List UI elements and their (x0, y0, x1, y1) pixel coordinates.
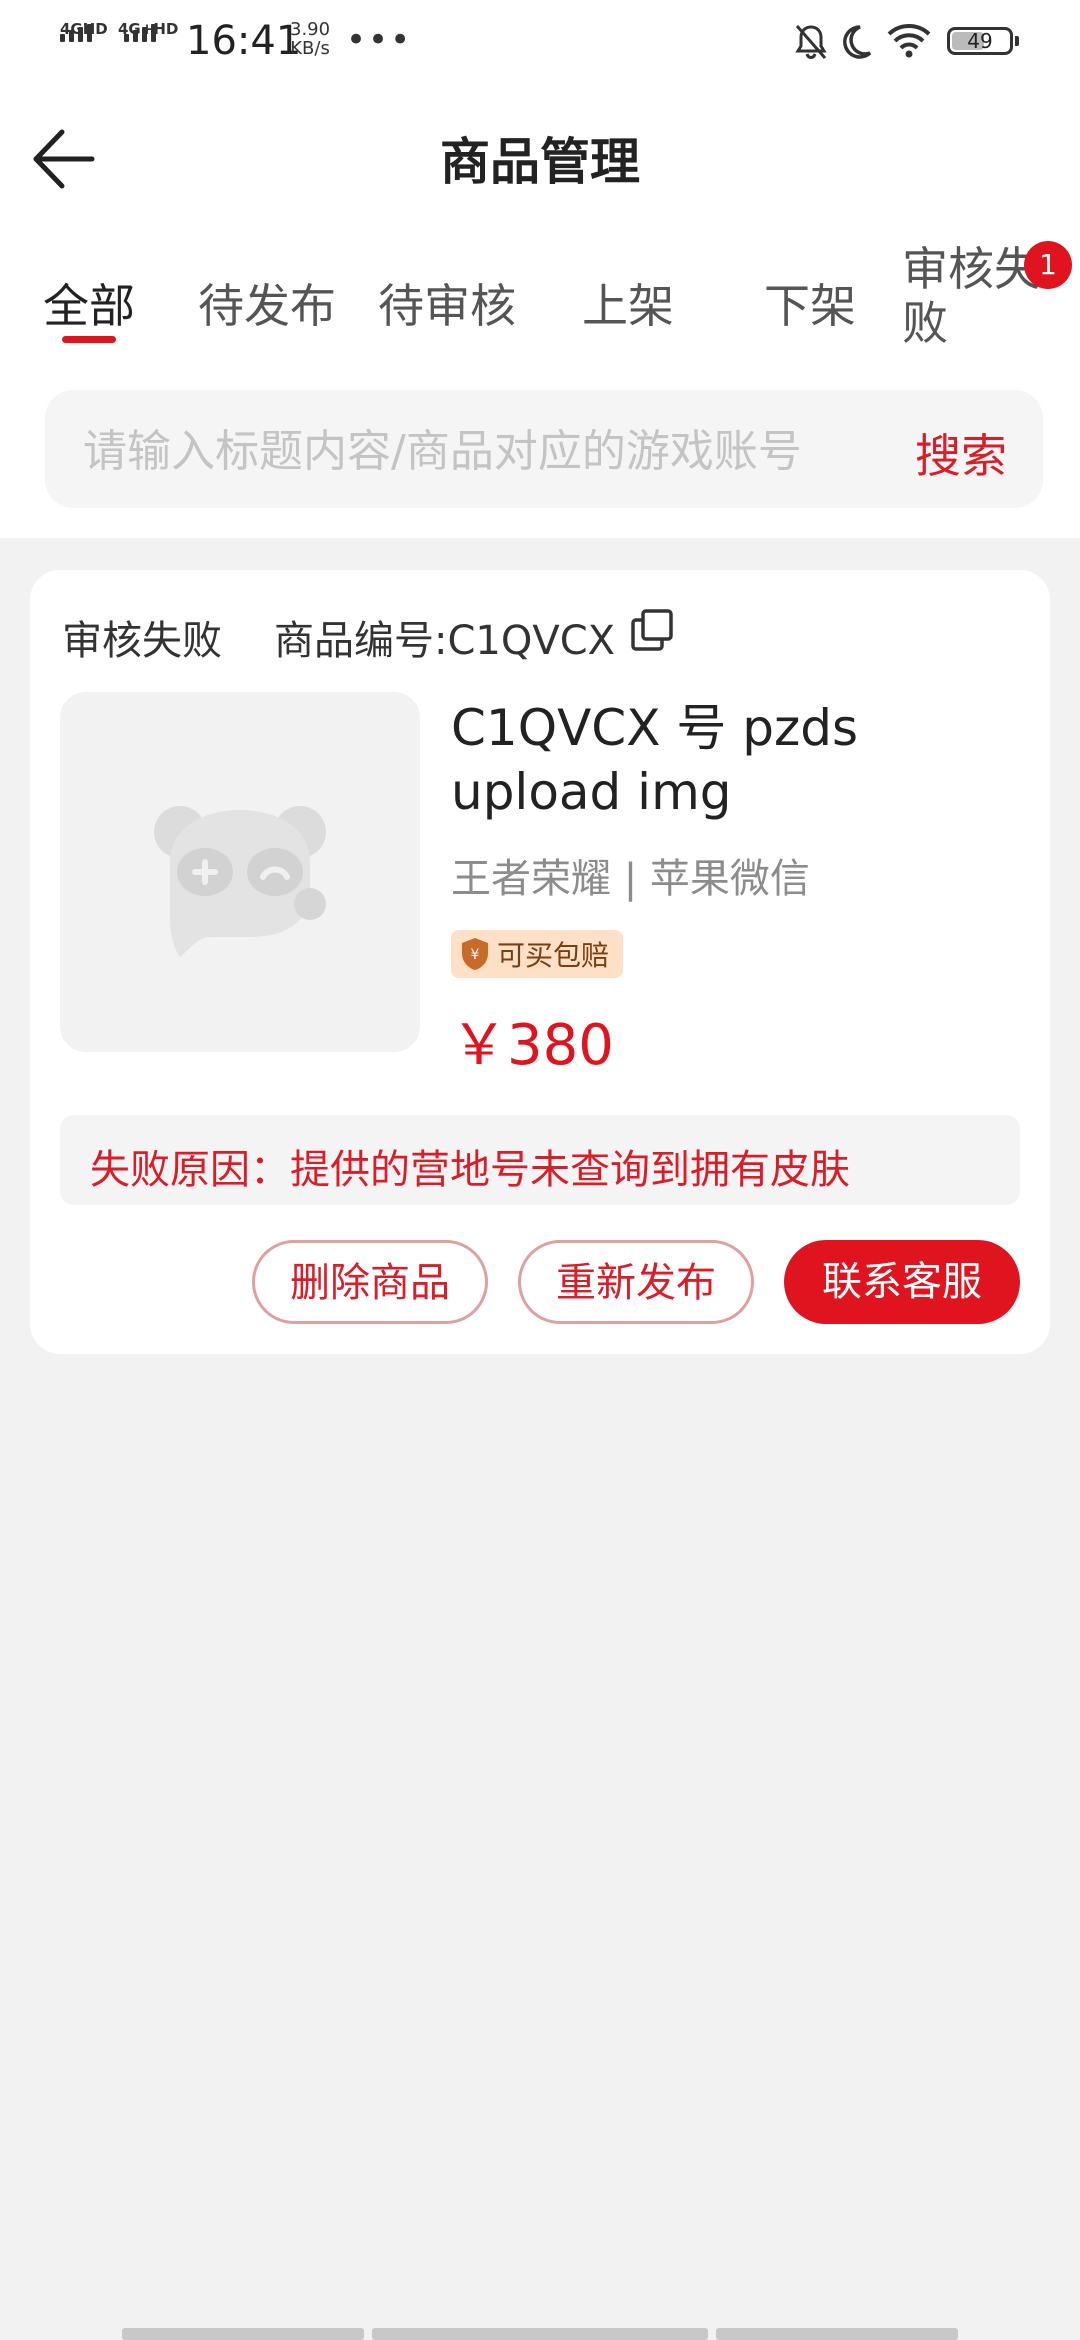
status-bar: 4GHD 4G+HD 16:41 3.90 KB/s ••• 49 (0, 0, 1080, 86)
tab-pending-publish[interactable]: 待发布 (198, 270, 336, 336)
search-bar: 搜索 (45, 390, 1043, 508)
search-input[interactable] (81, 420, 925, 482)
bell-muted-icon (795, 25, 827, 60)
shield-yuan-icon: ¥ (462, 938, 488, 970)
panda-placeholder-icon (154, 806, 326, 957)
fail-reason-box: 失败原因：提供的营地号未查询到拥有皮肤 (60, 1115, 1020, 1205)
guarantee-label: 可买包赔 (497, 939, 610, 972)
battery-level: 49 (967, 29, 993, 53)
copy-icon[interactable] (630, 608, 674, 652)
tab-off-shelf[interactable]: 下架 (764, 270, 856, 336)
tab-badge-count: 1 (1024, 241, 1072, 289)
network-speed: 3.90 KB/s (290, 20, 330, 58)
search-button[interactable]: 搜索 (915, 420, 1007, 486)
tab-on-shelf[interactable]: 上架 (582, 270, 674, 336)
product-card[interactable]: 审核失败 商品编号:C1QVCX C1QVCX 号 pzds upload im… (30, 570, 1050, 1354)
delete-product-button[interactable]: 删除商品 (252, 1240, 488, 1324)
more-notifications-icon: ••• (346, 20, 413, 60)
moon-icon (843, 25, 872, 59)
tab-review-failed-label: 审核失 (902, 242, 1040, 296)
product-price: ￥380 (451, 1013, 614, 1078)
tab-review-failed-label-line2: 败 (902, 296, 948, 350)
sim1-label: 4GHD (60, 20, 108, 38)
republish-button[interactable]: 重新发布 (518, 1240, 754, 1324)
product-code: 商品编号:C1QVCX (274, 618, 616, 664)
clock: 16:41 (186, 18, 302, 64)
tab-pending-review[interactable]: 待审核 (378, 270, 516, 336)
product-status: 审核失败 (62, 618, 222, 664)
speed-value: 3.90 (290, 19, 331, 40)
contact-service-button[interactable]: 联系客服 (784, 1240, 1020, 1324)
tab-review-failed[interactable]: 审核失 败 (902, 242, 1040, 350)
top-section: 4GHD 4G+HD 16:41 3.90 KB/s ••• 49 商品管理 全… (0, 0, 1080, 538)
product-title: C1QVCX 号 pzds upload img (451, 699, 859, 821)
wifi-icon (887, 24, 931, 58)
product-game: 王者荣耀 | 苹果微信 (451, 856, 810, 902)
tab-all[interactable]: 全部 (43, 270, 135, 336)
product-thumbnail[interactable] (60, 692, 420, 1052)
fail-reason-text: 失败原因：提供的营地号未查询到拥有皮肤 (90, 1147, 850, 1193)
guarantee-badge: ¥ 可买包赔 (451, 930, 624, 978)
active-tab-indicator (62, 336, 116, 343)
battery-icon: 49 (947, 27, 1019, 55)
svg-text:¥: ¥ (471, 947, 480, 963)
speed-unit: KB/s (290, 38, 330, 59)
page-title: 商品管理 (440, 133, 640, 191)
